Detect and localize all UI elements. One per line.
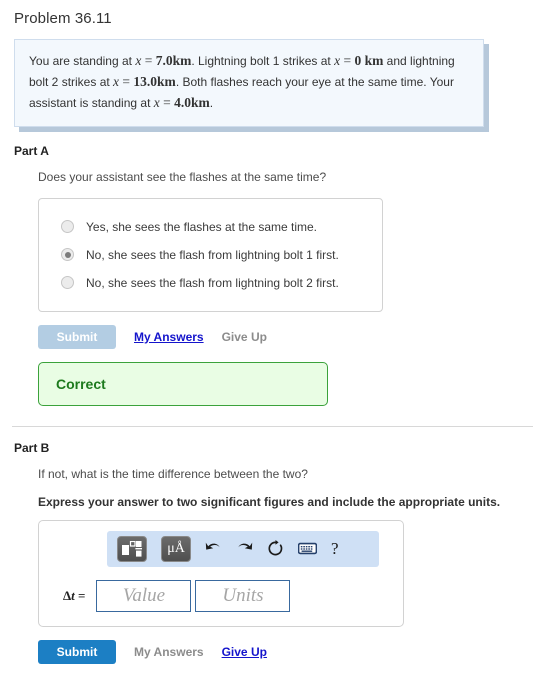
statement-math-run: 7.0km [155,53,192,68]
units-icon-label: μÅ [167,540,185,556]
part-b-instruction: Express your answer to two significant f… [38,494,501,509]
answer-entry-box: μÅ ? Δt = Value Units [38,519,404,627]
statement-text-run: . Lightning bolt 1 strikes at [191,54,335,68]
answer-variable-label: Δt = [63,588,85,604]
statement-math-run: = [159,94,175,110]
help-icon[interactable]: ? [331,540,339,557]
template-icon[interactable] [117,535,147,562]
value-placeholder: Value [122,584,166,606]
part-a-question: Does your assistant see the flashes at t… [38,169,327,184]
statement-math-run: 0 km [354,53,384,68]
value-input[interactable]: Value [96,579,192,612]
part-a-choices: Yes, she sees the flashes at the same ti… [38,197,383,312]
radio-option-3[interactable] [61,276,74,290]
part-a-submit-button[interactable]: Submit [38,324,116,349]
problem-statement: You are standing at x = 7.0km. Lightning… [14,39,489,132]
statement-math-run: 13.0km [133,73,176,89]
part-a-section: Part A Does your assistant see the flash… [12,144,533,406]
answer-input-row: Δt = Value Units [51,579,391,612]
part-b-submit-button[interactable]: Submit [38,639,116,664]
redo-icon[interactable] [236,541,253,556]
part-a-give-up-link[interactable]: Give Up [222,330,267,344]
part-a-label: Part A [14,143,49,158]
statement-math-run: 4.0km [174,94,210,110]
delta-symbol: Δ [63,587,72,603]
math-toolbar: μÅ ? [107,530,379,567]
part-a-feedback-banner: Correct [38,361,328,406]
part-b-actions: Submit My Answers Give Up [38,639,533,664]
part-a-feedback-text: Correct [56,375,106,392]
units-input[interactable]: Units [195,579,291,612]
reset-icon[interactable] [267,540,284,557]
part-b-my-answers-link[interactable]: My Answers [134,645,204,659]
statement-text: You are standing at x = 7.0km. Lightning… [14,39,484,127]
part-a-my-answers-link[interactable]: My Answers [134,330,204,344]
part-b-section: Part B If not, what is the time differen… [12,441,533,664]
choice-option-3[interactable]: No, she sees the flash from lightning bo… [39,269,382,297]
radio-option-2[interactable] [61,248,74,262]
statement-text-run: . [209,95,214,110]
choice-label-3: No, she sees the flash from lightning bo… [86,275,339,290]
statement-math-run: = [340,53,355,68]
units-placeholder: Units [222,584,264,606]
page-title: Problem 36.11 [14,10,112,27]
problem-page: Problem 36.11 You are standing at x = 7.… [0,0,545,664]
units-icon[interactable]: μÅ [161,535,191,562]
part-b-give-up-link[interactable]: Give Up [222,645,267,659]
choice-label-2: No, she sees the flash from lightning bo… [86,247,339,262]
statement-math-run: = [119,73,134,89]
equals-symbol: = [74,587,86,603]
statement-math-run: = [141,53,156,68]
part-b-question: If not, what is the time difference betw… [38,466,308,481]
statement-text-run: You are standing at [29,54,136,68]
keyboard-icon[interactable] [298,542,317,555]
choice-label-1: Yes, she sees the flashes at the same ti… [86,219,318,234]
radio-option-1[interactable] [61,220,74,234]
choice-option-2[interactable]: No, she sees the flash from lightning bo… [39,241,382,269]
undo-icon[interactable] [205,541,222,556]
part-b-label: Part B [14,440,50,455]
section-divider [12,425,533,427]
choice-option-1[interactable]: Yes, she sees the flashes at the same ti… [39,213,382,241]
part-a-actions: Submit My Answers Give Up [38,324,533,349]
